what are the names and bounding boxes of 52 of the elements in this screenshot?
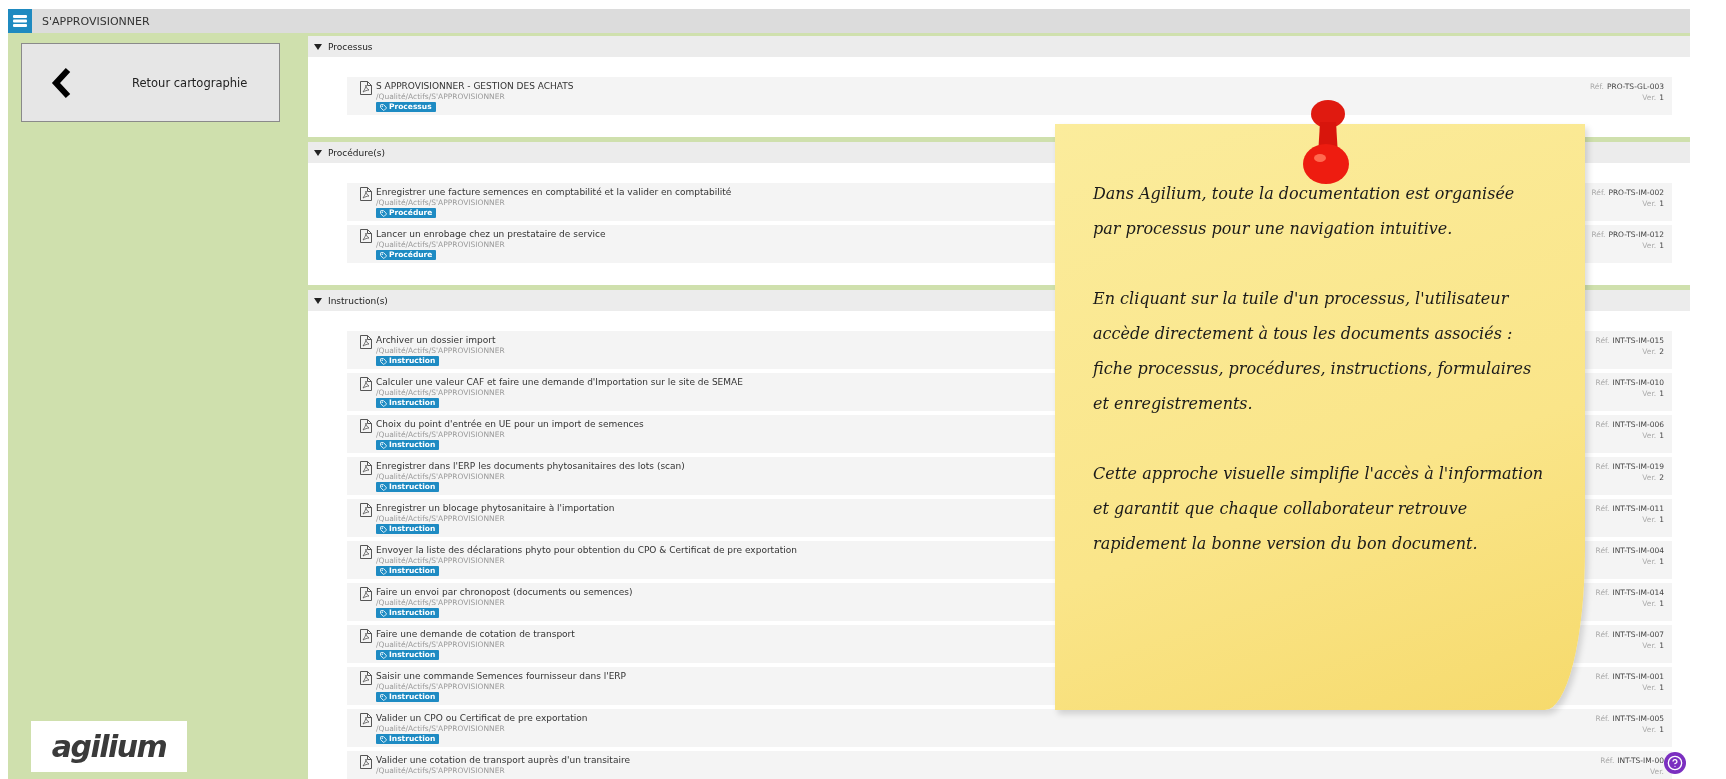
pdf-document-icon [360,503,372,517]
logo: agilium [31,721,187,772]
document-title: S APPROVISIONNER - GESTION DES ACHATS [376,80,574,92]
tag-icon [380,609,387,617]
pdf-document-icon [360,229,372,243]
pdf-document-icon [360,587,372,601]
pdf-document-icon [360,629,372,643]
tag-icon [380,357,387,365]
document-title: Enregistrer une facture semences en comptabilité et la valider en comptabilité [376,186,732,198]
document-title: Faire un envoi par chronopost (documents ou semences) [376,586,633,598]
tag-icon [380,441,387,449]
caret-icon [314,149,322,156]
pdf-document-icon [360,419,372,433]
section-title[interactable]: Processus [328,41,373,52]
pdf-document-icon [360,755,372,769]
document-title: Valider une cotation de transport auprès d'un transitaire [376,754,630,766]
tag-icon [380,525,387,533]
tag-icon [380,651,387,659]
tag-icon [380,399,387,407]
chevron-left-icon [50,66,72,99]
back-button[interactable]: Retour cartographie [21,43,280,122]
pdf-document-icon [360,671,372,685]
document-title: Faire une demande de cotation de transport [376,628,575,640]
document-title: Envoyer la liste des déclarations phyto pour obtention du CPO & Certificat de pre exportation [376,544,797,556]
section-title[interactable]: Procédure(s) [328,147,385,158]
document-title: Saisir une commande Semences fournisseur dans l'ERP [376,670,627,682]
tag-icon [380,483,387,491]
tag-icon [380,209,387,217]
tag-icon [380,735,387,743]
caret-icon [314,297,322,304]
tag-icon [380,251,387,259]
tag-icon [380,693,387,701]
tag-icon [380,103,387,111]
pdf-document-icon [360,187,372,201]
page-title: S'APPROVISIONNER [42,14,150,28]
pdf-document-icon [360,81,372,95]
pdf-document-icon [360,713,372,727]
document-title: Choix du point d'entrée en UE pour un import de semences [376,418,644,430]
section-title[interactable]: Instruction(s) [328,295,388,306]
pdf-document-icon [360,461,372,475]
list-icon [8,9,32,33]
document-title: Enregistrer un blocage phytosanitaire à l'importation [376,502,615,514]
document-title: Valider un CPO ou Certificat de pre exportation [376,712,588,724]
document-title: Lancer un enrobage chez un prestataire de service [376,228,606,240]
pdf-document-icon [360,335,372,349]
document-title: Archiver un dossier import [376,334,496,346]
pdf-document-icon [360,377,372,391]
pdf-document-icon [360,545,372,559]
document-title: Enregistrer dans l'ERP les documents phytosanitaires des lots (scan) [376,460,685,472]
tag-icon [380,567,387,575]
caret-icon [314,43,322,50]
document-title: Calculer une valeur CAF et faire une demande d'Importation sur le site de SEMAE [376,376,743,388]
